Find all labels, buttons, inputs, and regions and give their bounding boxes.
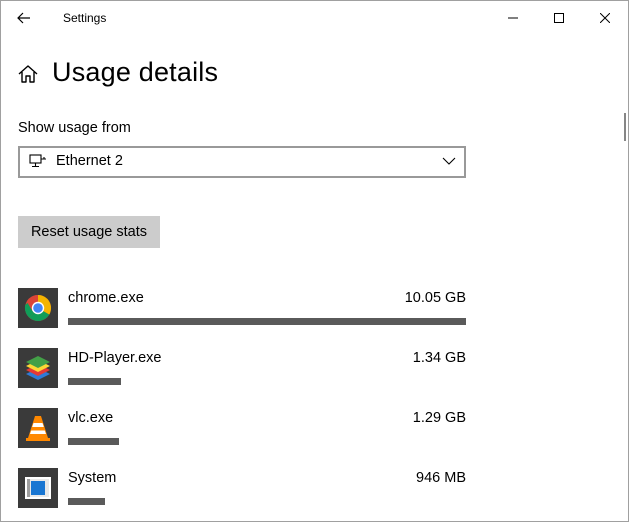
chevron-down-icon [442,157,456,165]
app-usage-row: chrome.exe 10.05 GB [18,288,466,332]
app-name: HD-Player.exe [68,350,162,366]
maximize-icon [554,13,564,23]
back-button[interactable] [9,3,39,33]
minimize-button[interactable] [490,1,536,35]
usage-bar [68,318,466,325]
scrollbar-thumb[interactable] [624,113,626,141]
reset-usage-stats-button[interactable]: Reset usage stats [18,216,160,248]
vlc-icon [18,408,58,448]
app-usage-amount: 1.34 GB [412,350,466,366]
page-title: Usage details [52,57,219,87]
app-name: vlc.exe [68,410,114,426]
app-name: chrome.exe [68,290,144,306]
usage-bar [68,498,105,505]
settings-window: Settings Usage details Show usage from E… [0,0,629,522]
app-usage-amount: 10.05 GB [404,290,466,306]
app-usage-row: System 946 MB [18,468,466,512]
show-usage-label: Show usage from [18,120,131,136]
close-button[interactable] [582,1,628,35]
app-usage-row: vlc.exe 1.29 GB [18,408,466,452]
app-usage-amount: 1.29 GB [412,410,466,426]
window-title: Settings [63,11,107,25]
maximize-button[interactable] [536,1,582,35]
system-icon [18,468,58,508]
ethernet-icon [29,154,46,168]
dropdown-selected-value: Ethernet 2 [56,153,123,169]
usage-bar [68,438,119,445]
home-icon[interactable] [17,63,39,85]
minimize-icon [508,17,518,19]
app-usage-row: HD-Player.exe 1.34 GB [18,348,466,392]
back-arrow-icon [17,12,30,24]
usage-bar [68,378,121,385]
bluestacks-icon [18,348,58,388]
app-name: System [68,470,117,486]
network-dropdown[interactable]: Ethernet 2 [18,146,466,178]
chrome-icon [18,288,58,328]
close-icon [600,13,610,23]
title-bar: Settings [1,1,628,35]
app-usage-amount: 946 MB [416,470,466,486]
